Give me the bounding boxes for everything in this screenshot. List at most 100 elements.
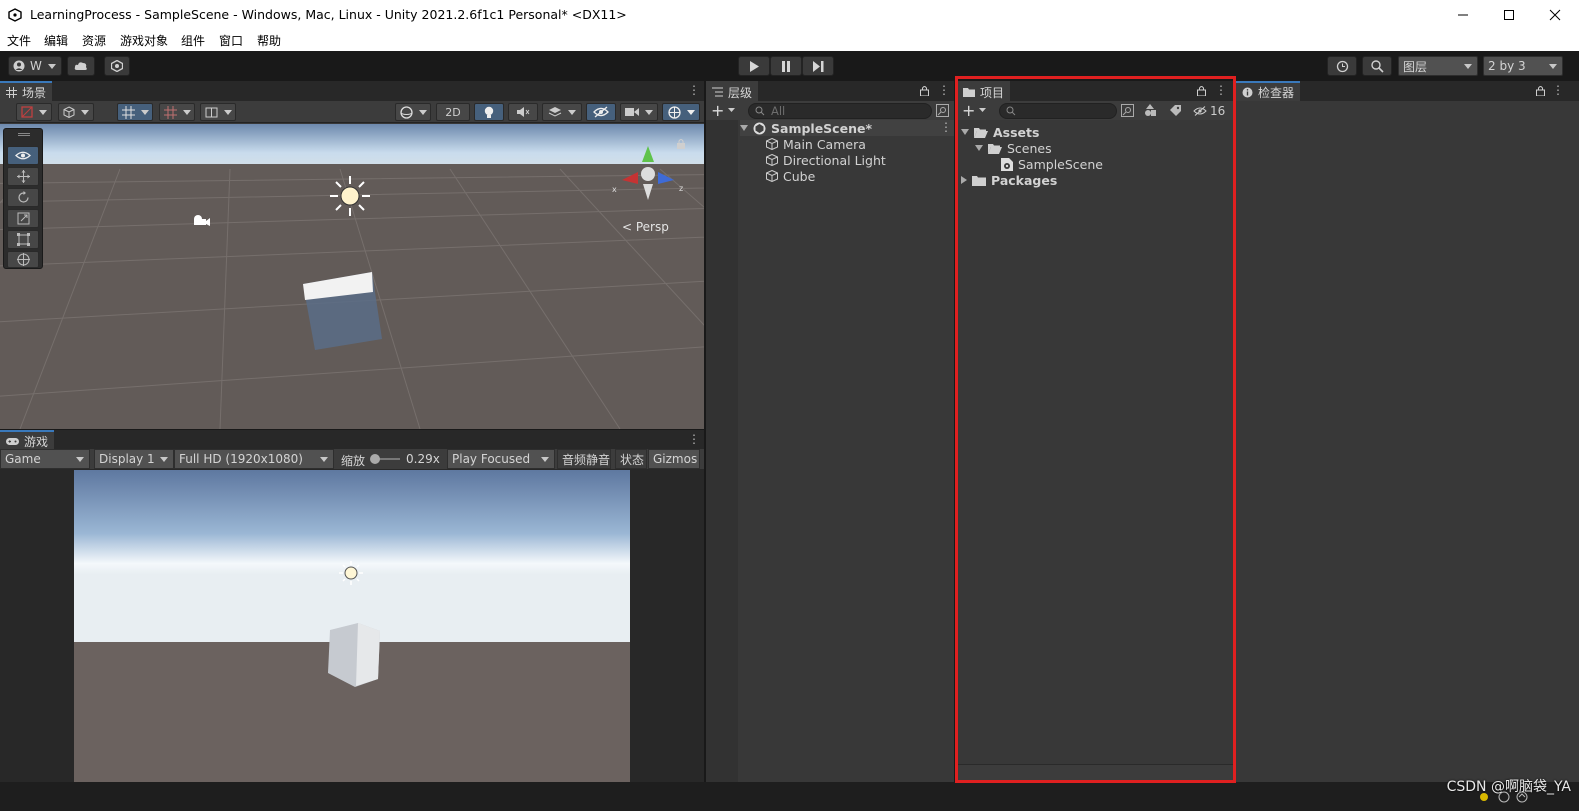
hidden-packages-toggle[interactable]: 16 [1193,103,1225,118]
cloud-button[interactable] [67,56,95,76]
collab-button[interactable] [104,56,130,76]
folder-packages[interactable]: Packages [961,172,1057,188]
scene-toolbar: 2D [0,101,704,123]
collapse-arrow-icon[interactable] [961,176,967,184]
search-by-type-icon[interactable] [1121,104,1134,117]
lock-icon[interactable] [1197,85,1206,96]
tab-game[interactable]: 游戏 [0,430,55,450]
step-button[interactable] [802,56,834,76]
project-search-input[interactable] [999,103,1117,119]
tab-hierarchy[interactable]: 层级 [706,81,759,101]
unity-logo-icon [8,8,22,22]
gizmos-label: Gizmos [653,452,698,466]
stats-toggle[interactable]: 状态 [615,449,647,469]
rotate-icon [17,191,29,203]
display-dropdown[interactable]: Display 1 [94,449,174,469]
lock-icon[interactable] [676,138,686,149]
drag-handle[interactable] [18,133,30,136]
gizmos-toggle[interactable]: Gizmos [648,449,700,469]
search-by-type-icon[interactable] [936,104,949,117]
window-title-bar: LearningProcess - SampleScene - Windows,… [0,0,1579,30]
scale-slider-thumb[interactable] [370,454,380,464]
hierarchy-scene-name: SampleScene* [771,120,872,136]
pause-button[interactable] [770,56,802,76]
shading-mode-dropdown[interactable] [395,103,431,121]
filter-by-type-icon[interactable] [1144,104,1157,117]
account-label: W [30,59,42,73]
menu-help[interactable]: 帮助 [257,32,281,49]
play-button[interactable] [738,56,770,76]
menu-gameobject[interactable]: 游戏对象 [120,32,168,49]
increment-snapping-dropdown[interactable] [159,103,195,121]
expand-arrow-icon[interactable] [975,145,983,151]
scale-tool-button[interactable] [7,209,39,228]
play-mode-dropdown[interactable]: Play Focused [447,449,555,469]
move-tool-button[interactable] [7,167,39,186]
inspector-more-menu-icon[interactable]: ⋮ [1552,83,1564,97]
align-dropdown[interactable] [200,103,236,121]
toggle-2d-button[interactable]: 2D [436,103,470,121]
folder-scenes[interactable]: Scenes [975,140,1052,156]
transform-tool-button[interactable] [7,251,39,268]
create-dropdown[interactable]: + [711,101,739,120]
minimize-button[interactable] [1440,0,1486,30]
undo-history-button[interactable] [1327,56,1357,76]
menu-component[interactable]: 组件 [181,32,205,49]
game-mode-dropdown[interactable]: Game [0,449,90,469]
hierarchy-item-cube[interactable]: Cube [766,168,815,184]
maximize-button[interactable] [1486,0,1532,30]
hierarchy-scene-row[interactable]: SampleScene* [740,120,954,136]
expand-arrow-icon[interactable] [961,129,969,135]
gizmos-dropdown[interactable] [662,103,700,121]
rect-tool-button[interactable] [7,230,39,249]
folder-assets[interactable]: Assets [961,124,1039,140]
scene-more-menu-icon[interactable]: ⋮ [688,83,700,97]
camera-settings-dropdown[interactable] [620,103,658,121]
resolution-dropdown[interactable]: Full HD (1920x1080) [174,449,334,469]
minimize-icon [1458,14,1468,16]
project-more-menu-icon[interactable]: ⋮ [1215,83,1227,97]
menu-assets[interactable]: 资源 [82,32,106,49]
chevron-down-icon [39,109,47,115]
tab-scene[interactable]: 场景 [0,81,53,101]
scene-viewport[interactable]: x z < Persp [0,124,704,429]
account-dropdown[interactable]: W [8,56,62,76]
menu-edit[interactable]: 编辑 [44,32,68,49]
hierarchy-item-directional-light[interactable]: Directional Light [766,152,886,168]
rotate-tool-button[interactable] [7,188,39,207]
view-tool-button[interactable] [7,146,39,165]
create-asset-dropdown[interactable]: + [962,101,990,120]
close-button[interactable] [1532,0,1578,30]
lighting-toggle[interactable] [474,103,504,121]
draw-mode-dropdown[interactable] [16,103,52,121]
lock-icon[interactable] [920,85,929,96]
scene-row-menu-icon[interactable]: ⋮ [940,120,952,134]
game-viewport[interactable] [74,470,630,782]
lock-icon[interactable] [1536,85,1545,96]
mute-audio-toggle[interactable]: 音频静音 [557,449,611,469]
hierarchy-item-main-camera[interactable]: Main Camera [766,136,866,152]
hierarchy-more-menu-icon[interactable]: ⋮ [938,83,950,97]
asset-samplescene[interactable]: SampleScene [1001,156,1103,172]
effects-dropdown[interactable] [542,103,582,121]
render-mode-dropdown[interactable] [58,103,94,121]
hidden-objects-toggle[interactable] [586,103,616,121]
tab-inspector[interactable]: 检查器 [1236,81,1301,101]
game-more-menu-icon[interactable]: ⋮ [688,432,700,446]
search-button[interactable] [1362,56,1392,76]
hierarchy-search-input[interactable]: All [748,103,932,119]
menu-file[interactable]: 文件 [7,32,31,49]
persp-label[interactable]: < Persp [622,220,669,234]
layers-dropdown[interactable]: 图层 [1398,56,1478,76]
filter-by-label-icon[interactable] [1169,104,1182,117]
expand-arrow-icon[interactable] [740,125,748,131]
chevron-down-icon [160,457,168,462]
grid-snapping-toggle[interactable] [117,103,153,121]
tools-overlay [3,128,43,269]
layout-dropdown[interactable]: 2 by 3 [1483,56,1563,76]
menu-window[interactable]: 窗口 [219,32,243,49]
tab-project[interactable]: 项目 [957,81,1011,101]
audio-toggle[interactable] [508,103,538,121]
btn-2d-label: 2D [445,105,461,119]
eye-hidden-icon [1193,105,1207,116]
